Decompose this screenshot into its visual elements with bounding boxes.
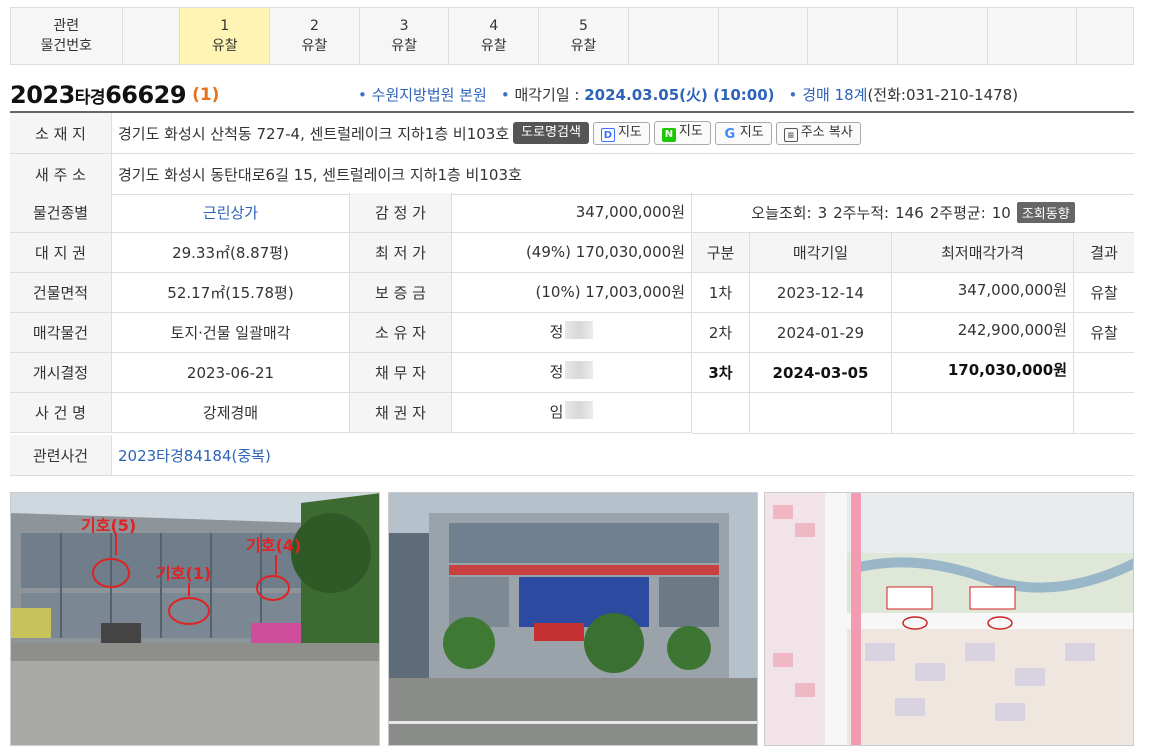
daum-map-button[interactable]: D 지도 (592, 121, 650, 145)
debtor-value: 정 (452, 353, 692, 392)
history-row-current: 3차 2024-03-05 170,030,000원 (692, 353, 1134, 393)
related-label: 관련 물건번호 (11, 8, 123, 64)
daum-icon: D (600, 127, 615, 142)
auction-history: 오늘조회: 3 2주누적: 146 2주평균: 10 조회동향 구분 매각기일 최저매… (692, 193, 1134, 434)
bullet-icon: • (500, 86, 510, 104)
site-map[interactable] (764, 492, 1134, 746)
address-label: 소 재 지 (10, 113, 112, 153)
related-spacer (123, 8, 181, 64)
view-trend-button[interactable]: 조회동향 (1016, 202, 1075, 223)
road-search-button[interactable]: 도로명검색 (513, 122, 589, 144)
history-header: 구분 매각기일 최저매각가격 결과 (692, 233, 1134, 273)
history-row-empty (692, 393, 1134, 434)
detail-row: 물건종별 근린상가 감 정 가 347,000,000원 (10, 193, 692, 233)
dept-info: • 경매 18계(전화:031-210-1478) (788, 86, 1019, 104)
related-empty-cell (719, 8, 809, 64)
new-address-label: 새 주 소 (10, 154, 112, 194)
case-header: 2023타경66629 (1) • 수원지방법원 본원 • 매각기일 : 202… (10, 78, 1134, 112)
sale-date-info: • 매각기일 : 2024.03.05(火) (10:00) (500, 86, 775, 104)
copy-address-button[interactable]: ≡ 주소 복사 (775, 121, 861, 145)
naver-icon: N (661, 128, 676, 142)
detail-row: 대 지 권 29.33㎡(8.87평) 최 저 가 (49%) 170,030,… (10, 233, 692, 273)
redacted-block (565, 321, 594, 339)
related-item-5[interactable]: 5 유찰 (539, 8, 629, 64)
svg-text:기호(5): 기호(5) (81, 516, 136, 535)
redacted-block (565, 401, 594, 419)
google-map-button[interactable]: G 지도 (714, 121, 772, 145)
building-front-image (389, 493, 757, 745)
case-sequence: (1) (192, 85, 220, 105)
related-items-bar: 관련 물건번호 1 유찰 2 유찰 3 유찰 4 유찰 5 유찰 (10, 7, 1134, 65)
address-value: 경기도 화성시 산척동 727-4, 센트럴레이크 지하1층 비103호 (118, 124, 510, 143)
address-table: 소 재 지 경기도 화성시 산척동 727-4, 센트럴레이크 지하1층 비10… (10, 111, 1134, 195)
related-item-2[interactable]: 2 유찰 (270, 8, 360, 64)
bullet-icon: • (358, 86, 367, 104)
view-stats: 오늘조회: 3 2주누적: 146 2주평균: 10 조회동향 (692, 193, 1134, 233)
owner-value: 정 (452, 313, 692, 352)
related-case-label: 관련사건 (10, 435, 112, 475)
detail-row: 사 건 명 강제경매 채 권 자 임 (10, 393, 692, 433)
related-case-link[interactable]: 2023타경84184(중복) (112, 435, 271, 475)
history-row: 1차 2023-12-14 347,000,000원 유찰 (692, 273, 1134, 313)
new-address-row: 새 주 소 경기도 화성시 동탄대로6길 15, 센트럴레이크 지하1층 비10… (10, 154, 1134, 195)
related-item-1[interactable]: 1 유찰 (180, 8, 271, 64)
new-address-value: 경기도 화성시 동탄대로6길 15, 센트럴레이크 지하1층 비103호 (118, 165, 522, 184)
property-details: 물건종별 근린상가 감 정 가 347,000,000원 대 지 권 29.33… (10, 193, 692, 433)
google-icon: G (724, 126, 736, 142)
appraisal-value: 347,000,000원 (452, 193, 692, 232)
bullet-icon: • (788, 86, 798, 104)
site-map-image (765, 493, 1133, 745)
property-photo-1[interactable]: 기호(5) 기호(1) 기호(4) (10, 492, 380, 746)
property-type-link[interactable]: 근린상가 (112, 193, 350, 232)
related-case-row: 관련사건 2023타경84184(중복) (10, 435, 1134, 476)
related-item-4[interactable]: 4 유찰 (449, 8, 540, 64)
redacted-block (565, 361, 594, 379)
building-photo-image: 기호(5) 기호(1) 기호(4) (11, 493, 379, 745)
related-item-3[interactable]: 3 유찰 (360, 8, 450, 64)
min-price-value: (49%) 170,030,000원 (452, 233, 692, 272)
copy-icon: ≡ (783, 127, 798, 142)
detail-row: 매각물건 토지·건물 일괄매각 소 유 자 정 (10, 313, 692, 353)
case-info: • 수원지방법원 본원 • 매각기일 : 2024.03.05(火) (10:0… (358, 84, 1018, 105)
address-row: 소 재 지 경기도 화성시 산척동 727-4, 센트럴레이크 지하1층 비10… (10, 113, 1134, 154)
court-info[interactable]: • 수원지방법원 본원 (358, 84, 487, 105)
detail-row: 개시결정 2023-06-21 채 무 자 정 (10, 353, 692, 393)
related-empty-cell (629, 8, 719, 64)
creditor-value: 임 (452, 393, 692, 432)
naver-map-button[interactable]: N 지도 (653, 121, 711, 145)
svg-text:기호(1): 기호(1) (156, 564, 211, 583)
related-empty-cell (808, 8, 898, 64)
related-empty-cell (1077, 8, 1133, 64)
detail-row: 건물면적 52.17㎡(15.78평) 보 증 금 (10%) 17,003,0… (10, 273, 692, 313)
property-photo-2[interactable] (388, 492, 758, 746)
related-empty-cell (898, 8, 988, 64)
history-row: 2차 2024-01-29 242,900,000원 유찰 (692, 313, 1134, 353)
deposit-value: (10%) 17,003,000원 (452, 273, 692, 312)
related-empty-cell (988, 8, 1078, 64)
svg-text:기호(4): 기호(4) (246, 536, 301, 555)
details-grid: 물건종별 근린상가 감 정 가 347,000,000원 대 지 권 29.33… (10, 193, 1134, 435)
case-number: 2023타경66629 (10, 81, 187, 109)
